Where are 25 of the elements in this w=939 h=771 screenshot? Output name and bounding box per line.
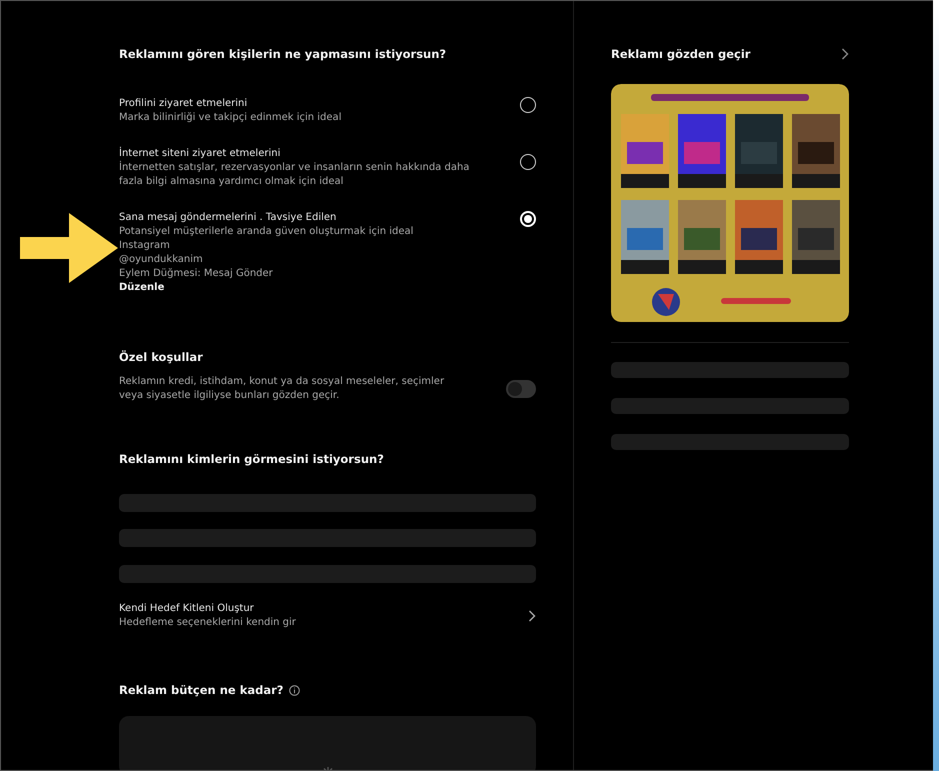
edit-link[interactable]: Düzenle	[119, 281, 164, 295]
row-title: Kendi Hedef Kitleni Oluştur	[119, 602, 255, 616]
option-detail: Instagram	[119, 239, 171, 253]
option-description: İnternetten satışlar, rezervasyonlar ve insanların senin hakkında daha fazla bilgi almasına yardımcı olmak için ideal	[119, 161, 470, 189]
section-description: Reklamın kredi, istihdam, konut ya da sosyal meseleler, seçimler veya siyasetle ilgiliyse bunları gözden geçir.	[119, 375, 446, 403]
chevron-right-icon[interactable]	[528, 610, 536, 622]
section-title: Reklam bütçen ne kadar?	[119, 682, 284, 698]
option-label: İnternet siteni ziyaret etmelerini	[119, 147, 282, 160]
row-subtitle: Hedefleme seçeneklerini kendin gir	[119, 616, 296, 630]
radio-button[interactable]	[520, 97, 536, 113]
radio-button[interactable]	[520, 154, 536, 170]
section-title: Reklamını kimlerin görmesini istiyorsun?	[119, 451, 385, 467]
option-detail: @oyundukkanim	[119, 253, 204, 267]
section-title: Reklamını gören kişilerin ne yapmasını istiyorsun?	[119, 46, 448, 62]
chevron-right-icon[interactable]	[841, 48, 849, 60]
option-description: Potansiyel müşterilerle aranda güven oluşturmak için ideal	[119, 225, 414, 239]
option-detail: Eylem Düğmesi: Mesaj Gönder	[119, 267, 274, 281]
option-description: Marka bilinirliği ve takipçi edinmek için ideal	[119, 111, 342, 125]
toggle-switch[interactable]	[506, 380, 536, 398]
option-label: Profilini ziyaret etmelerini	[119, 97, 248, 111]
option-label: Sana mesaj göndermelerini . Tavsiye Edilen	[119, 211, 338, 225]
section-title: Özel koşullar	[119, 349, 204, 365]
panel-title: Reklamı gözden geçir	[611, 46, 750, 62]
arrow-icon	[20, 213, 118, 285]
info-icon[interactable]	[289, 684, 300, 696]
